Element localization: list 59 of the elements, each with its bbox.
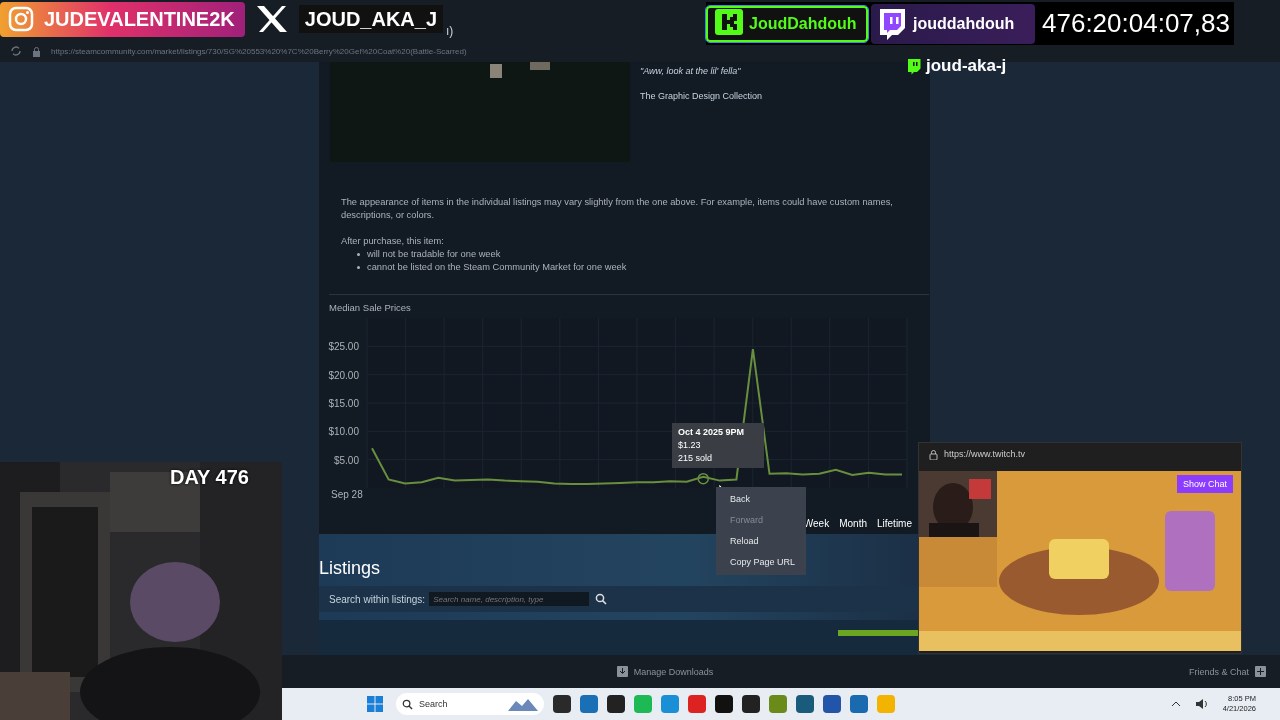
y-axis-label: $15.00 bbox=[328, 398, 359, 409]
camera-icon bbox=[8, 6, 34, 32]
stream-timer: 476:20:04:07,83 bbox=[1041, 8, 1231, 39]
lock-icon bbox=[32, 45, 41, 57]
mountain-icon bbox=[508, 697, 538, 711]
menu-item[interactable]: Copy Page URL bbox=[716, 552, 806, 573]
y-axis-label: $20.00 bbox=[328, 369, 359, 381]
tab-title: ı) bbox=[446, 24, 454, 38]
purchase-notice: After purchase, this item: bbox=[341, 235, 445, 248]
app-icon[interactable] bbox=[796, 695, 814, 713]
app-icon[interactable] bbox=[823, 695, 841, 713]
x-axis-label: Sep 28 bbox=[331, 489, 363, 500]
search-field[interactable]: Search name, description, type bbox=[429, 592, 590, 606]
y-axis-label: $25.00 bbox=[328, 341, 359, 353]
plus-icon bbox=[1255, 666, 1266, 677]
chevron-up-icon[interactable] bbox=[1170, 701, 1181, 707]
range-button[interactable]: Month bbox=[839, 512, 867, 534]
search-icon bbox=[402, 698, 413, 710]
twitch-handle: jouddahdouh bbox=[913, 14, 1015, 33]
download-icon bbox=[616, 666, 628, 677]
range-button[interactable]: Lifetime bbox=[877, 512, 912, 534]
friends-chat-button[interactable]: Friends & Chat bbox=[1188, 666, 1266, 677]
item-quote: "Aww, look at the lil' fella" bbox=[640, 66, 742, 76]
twitch-tag: joud-aka-j bbox=[926, 56, 1007, 76]
manage-downloads-button[interactable]: Manage Downloads bbox=[616, 666, 714, 677]
twitch-glyph-icon bbox=[906, 57, 922, 75]
app-icon[interactable] bbox=[715, 695, 733, 713]
menu-item[interactable]: Reload bbox=[716, 531, 806, 552]
page-url: https://steamcommunity.com/market/listings/730/SG%20553%20%7C%20Berry%20Gel%20Coat%20(Battle-Scarred) bbox=[51, 46, 467, 56]
kick-handle: JoudDahdouh bbox=[749, 14, 857, 33]
popup-url: https://www.twitch.tv bbox=[944, 449, 1026, 459]
y-axis-label: $5.00 bbox=[333, 454, 359, 466]
menu-item[interactable]: Back bbox=[716, 489, 806, 510]
reload-icon[interactable] bbox=[10, 45, 22, 57]
restriction-item: cannot be listed on the Steam Community Market for one week bbox=[357, 261, 918, 274]
x-handle: JOUD_AKA_J bbox=[298, 5, 444, 33]
lock-icon bbox=[929, 448, 938, 460]
speaker-icon[interactable] bbox=[1194, 698, 1209, 710]
chart-title: Median Sale Prices bbox=[328, 301, 412, 315]
app-icon[interactable] bbox=[607, 695, 625, 713]
instagram-handle: JUDEVALENTINE2K bbox=[44, 7, 235, 31]
taskbar-search-field[interactable]: Search bbox=[396, 693, 544, 715]
app-icon[interactable] bbox=[742, 695, 760, 713]
listings-heading: Listings bbox=[319, 558, 381, 578]
start-button[interactable] bbox=[367, 696, 383, 712]
y-axis-label: $10.00 bbox=[328, 426, 359, 438]
item-collection: The Graphic Design Collection bbox=[640, 91, 763, 101]
tooltip-price: $1.23 bbox=[678, 439, 702, 452]
twitch-glyph-icon bbox=[877, 6, 907, 41]
tooltip-sold: 215 sold bbox=[678, 452, 714, 465]
app-icon[interactable] bbox=[553, 695, 571, 713]
hover-marker bbox=[697, 472, 709, 485]
search-icon[interactable] bbox=[595, 593, 608, 605]
search-label: Search within listings: bbox=[329, 593, 426, 605]
restriction-item: will not be tradable for one week bbox=[357, 248, 918, 261]
tooltip-date: Oct 4 2025 9PM bbox=[678, 426, 746, 439]
day-counter: DAY 476 bbox=[170, 466, 249, 489]
listing-notice: The appearance of items in the individual listings may vary slightly from the one above. For example, items could have custom names, descriptions, or colors. bbox=[341, 196, 894, 222]
show-chat-button[interactable]: Show Chat bbox=[1176, 475, 1233, 493]
